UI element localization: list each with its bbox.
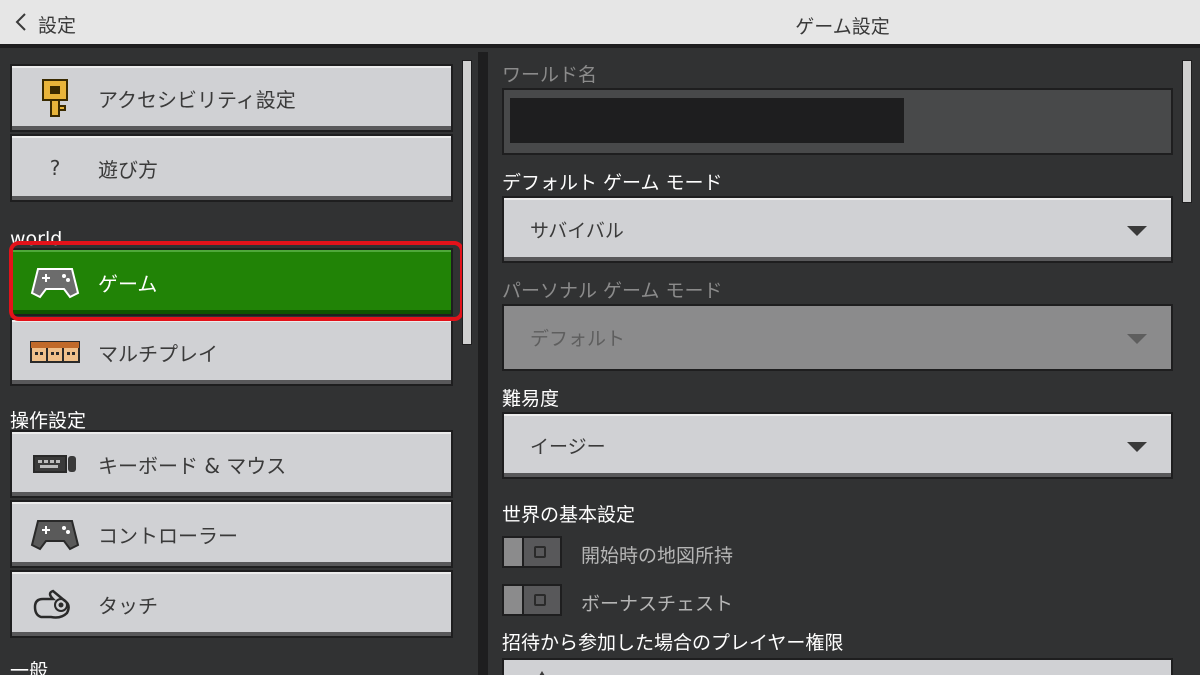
default-game-mode-dropdown[interactable]: サバイバル xyxy=(502,196,1173,263)
sidebar-item-how-to-play[interactable]: ? 遊び方 xyxy=(10,134,453,202)
sidebar-item-label: アクセシビリティ設定 xyxy=(98,87,296,112)
panel-divider xyxy=(478,52,488,675)
personal-game-mode-dropdown: デフォルト xyxy=(502,304,1173,371)
dropdown-value: デフォルト xyxy=(530,328,626,350)
difficulty-dropdown[interactable]: イージー xyxy=(502,412,1173,479)
permission-icon xyxy=(534,666,550,675)
sidebar-scrollbar[interactable] xyxy=(462,60,472,345)
sidebar-item-keyboard-mouse[interactable]: キーボード & マウス xyxy=(10,430,453,498)
invite-permission-label: 招待から参加した場合のプレイヤー権限 xyxy=(502,632,844,654)
bonus-chest-toggle[interactable] xyxy=(502,584,562,616)
difficulty-label: 難易度 xyxy=(502,388,560,410)
world-name-input[interactable] xyxy=(510,98,904,143)
section-header-general: 一般 xyxy=(10,660,49,675)
caret-down-icon xyxy=(1127,226,1147,236)
keyboard-mouse-icon xyxy=(12,452,98,476)
dropdown-value: サバイバル xyxy=(530,220,624,242)
sidebar-item-label: マルチプレイ xyxy=(98,341,218,366)
page-title: ゲーム設定 xyxy=(795,16,890,38)
toggle-knob xyxy=(504,586,524,614)
world-name-field[interactable] xyxy=(502,88,1173,155)
toggle-off-indicator xyxy=(534,594,546,606)
invite-permission-dropdown[interactable] xyxy=(502,658,1173,675)
starting-map-toggle[interactable] xyxy=(502,536,562,568)
touch-icon xyxy=(12,587,98,621)
sidebar-item-touch[interactable]: タッチ xyxy=(10,570,453,638)
controller-icon xyxy=(12,517,98,551)
sidebar-item-label: タッチ xyxy=(98,593,158,618)
players-icon xyxy=(12,338,98,366)
bonus-chest-label: ボーナスチェスト xyxy=(581,593,734,615)
settings-scrollbar[interactable] xyxy=(1182,60,1192,203)
world-name-label: ワールド名 xyxy=(502,64,598,86)
personal-game-mode-label: パーソナル ゲーム モード xyxy=(502,280,723,302)
toggle-off-indicator xyxy=(534,546,546,558)
sidebar-item-label: 遊び方 xyxy=(98,157,158,182)
key-icon xyxy=(12,78,98,118)
caret-down-icon xyxy=(1127,442,1147,452)
sidebar-item-multiplayer[interactable]: マルチプレイ xyxy=(10,318,453,386)
sidebar-item-controller[interactable]: コントローラー xyxy=(10,500,453,568)
sidebar-item-label: キーボード & マウス xyxy=(98,453,287,478)
dropdown-value: イージー xyxy=(530,436,606,458)
toggle-knob xyxy=(504,538,524,566)
sidebar-item-label: コントローラー xyxy=(98,523,238,548)
section-header-controls: 操作設定 xyxy=(10,410,87,432)
question-icon: ? xyxy=(49,156,61,180)
world-preferences-label: 世界の基本設定 xyxy=(502,504,636,526)
default-game-mode-label: デフォルト ゲーム モード xyxy=(502,172,723,194)
sidebar-item-accessibility[interactable]: アクセシビリティ設定 xyxy=(10,64,453,132)
top-bar: 設定 ゲーム設定 xyxy=(0,0,1200,48)
selection-highlight xyxy=(9,241,464,321)
starting-map-label: 開始時の地図所持 xyxy=(581,545,734,567)
caret-down-icon xyxy=(1127,334,1147,344)
